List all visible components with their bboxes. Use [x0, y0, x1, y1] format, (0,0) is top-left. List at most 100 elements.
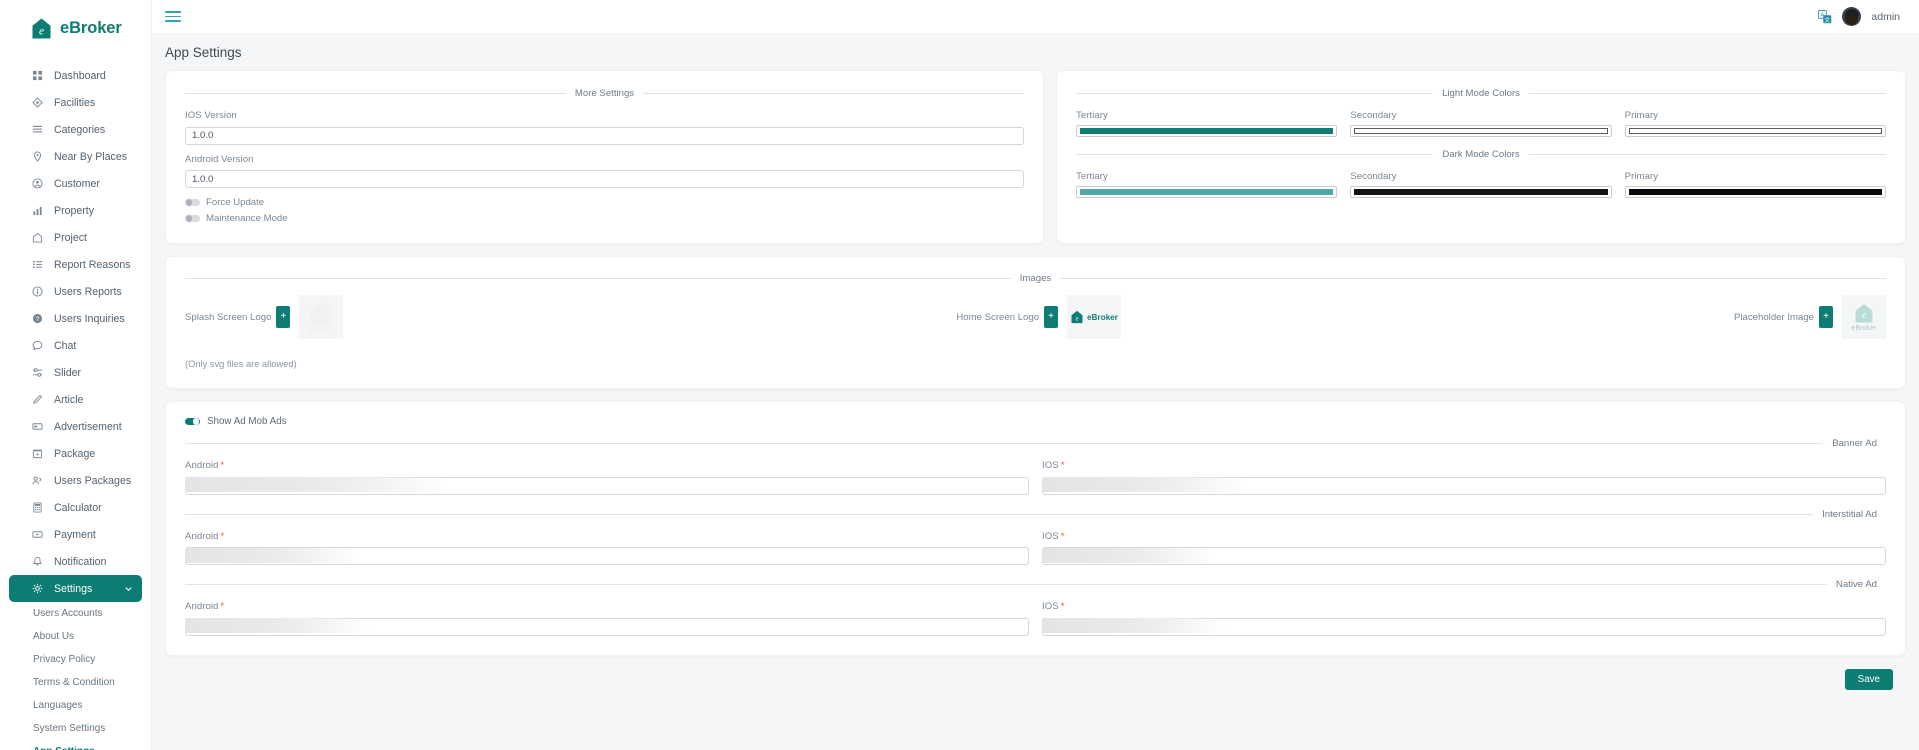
submenu-item-users-accounts[interactable]: Users Accounts [0, 604, 151, 622]
dark-secondary-color-input[interactable] [1350, 186, 1612, 198]
banner-ad-android-input[interactable] [185, 476, 1029, 495]
show-admob-toggle[interactable] [185, 417, 200, 426]
sidebar-item-customer[interactable]: Customer [9, 170, 142, 197]
home-icon [31, 232, 43, 244]
placeholder-image-slot: Placeholder Image + e eBroker [1734, 295, 1887, 339]
user-group-icon [31, 475, 43, 487]
sidebar-item-label: Property [54, 204, 95, 217]
sidebar-item-advertisement[interactable]: Advertisement [9, 413, 142, 440]
sidebar-item-users-inquiries[interactable]: ? Users Inquiries [9, 305, 142, 332]
color-swatch [1354, 128, 1608, 134]
brand-logo[interactable]: e eBroker [0, 8, 151, 48]
dark-tertiary-color-input[interactable] [1076, 186, 1338, 198]
admob-sections: Banner Ad Android * IOS * Interstitial Ad Andr… [185, 438, 1886, 636]
sidebar-item-calculator[interactable]: Calculator [9, 494, 142, 521]
hamburger-icon[interactable] [165, 10, 181, 24]
sidebar-item-near-by-places[interactable]: Near By Places [9, 143, 142, 170]
color-swatch [1080, 128, 1334, 134]
native-ad-android-input[interactable] [185, 617, 1029, 636]
light-tertiary-field: Tertiary [1076, 110, 1338, 137]
force-update-toggle[interactable] [185, 198, 200, 207]
required-marker: * [1060, 601, 1065, 612]
sidebar-item-label: Settings [54, 582, 93, 595]
home-screen-logo-preview: e eBroker [1067, 295, 1122, 339]
placeholder-image-label: Placeholder Image [1734, 311, 1815, 323]
sidebar-item-label: Categories [54, 123, 106, 136]
translate-icon[interactable]: A 文 [1818, 9, 1832, 24]
dark-primary-color-input[interactable] [1624, 186, 1886, 198]
card-icon [31, 529, 43, 541]
sidebar-item-users-reports[interactable]: Users Reports [9, 278, 142, 305]
submenu-item-privacy-policy[interactable]: Privacy Policy [0, 650, 151, 668]
sidebar-item-payment[interactable]: Payment [9, 521, 142, 548]
splash-screen-logo-slot: Splash Screen Logo + e eBroker [185, 295, 344, 339]
submenu-item-app-settings[interactable]: App Settings [0, 742, 151, 750]
gear-icon [31, 583, 43, 595]
images-card: Images Splash Screen Logo + e eBroker Ho… [165, 256, 1906, 389]
sidebar-item-report-reasons[interactable]: Report Reasons [9, 251, 142, 278]
required-marker: * [220, 460, 225, 471]
sidebar-item-users-packages[interactable]: Users Packages [9, 467, 142, 494]
light-secondary-color-input[interactable] [1350, 125, 1612, 137]
sidebar-item-label: Dashboard [54, 69, 106, 82]
diamond-icon [31, 97, 43, 109]
interstitial-ad-android-input[interactable] [185, 547, 1029, 565]
sidebar-item-dashboard[interactable]: Dashboard [9, 62, 142, 89]
submenu-item-terms-condition[interactable]: Terms & Condition [0, 673, 151, 691]
required-marker: * [220, 530, 225, 542]
chat-bubble-icon [31, 340, 43, 352]
sidebar-item-label: Users Reports [54, 285, 122, 298]
divider-line [1060, 278, 1886, 279]
color-swatch [1080, 189, 1334, 195]
avatar[interactable] [1842, 7, 1862, 26]
sidebar-item-slider[interactable]: Slider [9, 359, 142, 386]
sidebar-item-label: Calculator [54, 501, 102, 514]
sidebar-item-chat[interactable]: Chat [9, 332, 142, 359]
home-screen-logo-add-button[interactable]: + [1044, 306, 1059, 328]
svg-text:文: 文 [1825, 15, 1831, 23]
banner-ad-ios-input[interactable] [1042, 476, 1886, 495]
submenu-item-about-us[interactable]: About Us [0, 627, 151, 645]
show-admob-label: Show Ad Mob Ads [207, 416, 287, 427]
sidebar-item-project[interactable]: Project [9, 224, 142, 251]
divider-line [1528, 93, 1887, 94]
images-legend: Images [185, 273, 1886, 284]
light-primary-label: Primary [1624, 110, 1659, 121]
light-primary-color-input[interactable] [1624, 125, 1886, 137]
android-version-input[interactable] [185, 170, 1024, 188]
sidebar-item-facilities[interactable]: Facilities [9, 89, 142, 116]
submenu-item-system-settings[interactable]: System Settings [0, 719, 151, 737]
sidebar-item-property[interactable]: Property [9, 197, 142, 224]
box-icon [31, 448, 43, 460]
native-ad-ios-input[interactable] [1042, 617, 1886, 636]
light-tertiary-color-input[interactable] [1076, 125, 1338, 137]
user-name: admin [1871, 10, 1900, 23]
page-title: App Settings [165, 45, 242, 60]
required-marker: * [1060, 460, 1065, 471]
divider-line [643, 93, 1025, 94]
grid-icon [31, 70, 43, 82]
divider-line [185, 278, 1011, 279]
maintenance-mode-toggle[interactable] [185, 214, 200, 223]
chevron-down-icon[interactable] [124, 584, 133, 593]
splash-screen-logo-add-button[interactable]: + [276, 306, 291, 328]
svg-text:e: e [39, 25, 44, 37]
sidebar-item-notification[interactable]: Notification [9, 548, 142, 575]
sidebar-item-label: Customer [54, 177, 100, 190]
ios-version-field: IOS Version [185, 110, 1024, 145]
svg-text:e: e [1862, 310, 1867, 321]
divider-line [1076, 154, 1434, 155]
sidebar-item-settings[interactable]: Settings [9, 575, 142, 602]
submenu-item-languages[interactable]: Languages [0, 696, 151, 714]
sidebar-item-categories[interactable]: Categories [9, 116, 142, 143]
save-button[interactable]: Save [1844, 668, 1893, 690]
ios-version-input[interactable] [185, 126, 1024, 145]
light-secondary-label: Secondary [1350, 110, 1397, 121]
placeholder-image-add-button[interactable]: + [1819, 306, 1834, 328]
sidebar-item-label: Report Reasons [54, 258, 131, 271]
interstitial-ad-ios-input[interactable] [1042, 547, 1886, 565]
preview-caption: eBroker [1087, 312, 1119, 322]
sidebar-item-package[interactable]: Package [9, 440, 142, 467]
dark-mode-legend: Dark Mode Colors [1076, 149, 1886, 160]
sidebar-item-article[interactable]: Article [9, 386, 142, 413]
